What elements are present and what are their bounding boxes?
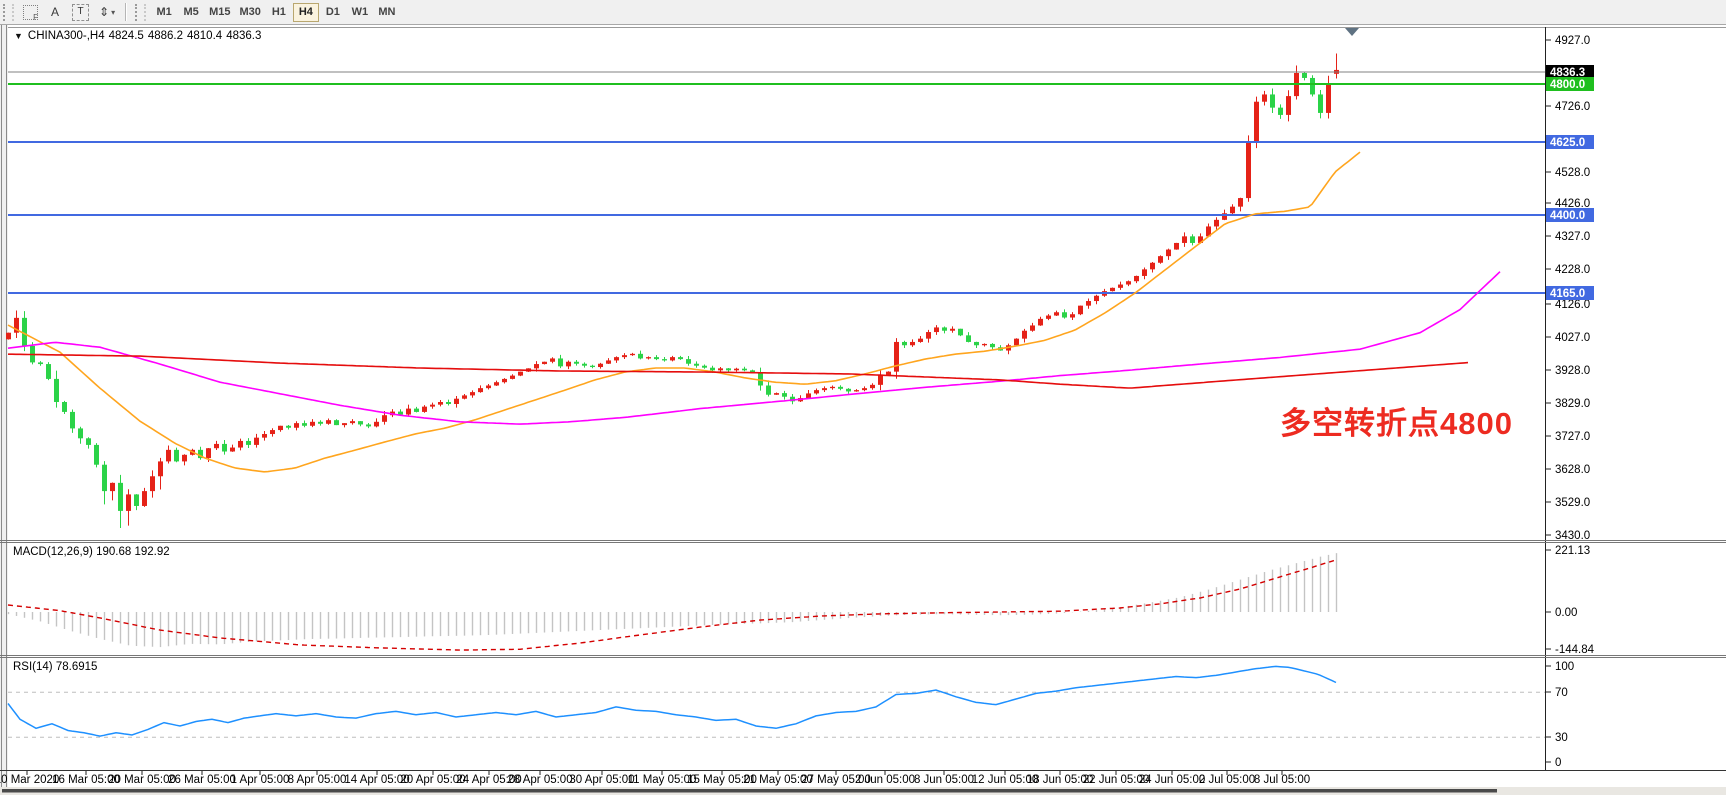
price-tick: 4726.0 bbox=[1555, 101, 1590, 113]
price-tick: 4327.0 bbox=[1555, 231, 1590, 243]
time-tick: 20 Mar 05:00 bbox=[108, 774, 176, 786]
price-badge-label: 4165.0 bbox=[1550, 288, 1585, 300]
time-tick: 8 Jun 05:00 bbox=[914, 774, 974, 786]
macd-tick: 221.13 bbox=[1555, 545, 1590, 557]
macd-label: MACD(12,26,9) 190.68 192.92 bbox=[13, 546, 170, 558]
horizontal-scrollbar[interactable] bbox=[0, 787, 1726, 795]
rsi-tick: 70 bbox=[1555, 687, 1568, 699]
time-tick: 28 Apr 05:00 bbox=[507, 774, 572, 786]
price-badge-label: 4800.0 bbox=[1550, 79, 1585, 91]
high-value: 4886.2 bbox=[148, 30, 183, 42]
time-tick: 10 Mar 2020 bbox=[0, 774, 59, 786]
time-tick: 8 Apr 05:00 bbox=[288, 774, 347, 786]
symbol-timeframe: CHINA300-,H4 bbox=[28, 30, 105, 42]
rsi-tick: 0 bbox=[1555, 757, 1561, 769]
time-tick: 24 Jun 05:00 bbox=[1139, 774, 1206, 786]
mt4-window: FAT⇕▾ M1M5M15M30H1H4D1W1MN 4927.04726.04… bbox=[0, 0, 1726, 795]
symbol-dropdown-icon[interactable]: ▼ bbox=[14, 31, 23, 41]
price-tick: 3727.0 bbox=[1555, 431, 1590, 443]
scrollbar-thumb[interactable] bbox=[2, 789, 1497, 793]
macd-tick: -144.84 bbox=[1555, 644, 1595, 656]
rsi-tick: 30 bbox=[1555, 732, 1568, 744]
rsi-name: RSI(14) bbox=[13, 661, 53, 673]
time-tick: 26 Mar 05:00 bbox=[168, 774, 236, 786]
price-tick: 3529.0 bbox=[1555, 497, 1590, 509]
low-value: 4810.4 bbox=[187, 30, 222, 42]
time-tick: 11 May 05:00 bbox=[628, 774, 697, 786]
price-tick: 3430.0 bbox=[1555, 530, 1590, 542]
price-tick: 4027.0 bbox=[1555, 332, 1590, 344]
time-tick: 2 Jul 05:00 bbox=[1199, 774, 1255, 786]
macd-name: MACD(12,26,9) bbox=[13, 546, 93, 558]
price-tick: 4126.0 bbox=[1555, 299, 1590, 311]
price-tick: 4228.0 bbox=[1555, 264, 1590, 276]
macd-values: 190.68 192.92 bbox=[96, 546, 170, 558]
time-tick: 8 Jul 05:00 bbox=[1254, 774, 1310, 786]
price-tick: 4528.0 bbox=[1555, 167, 1590, 179]
close-value: 4836.3 bbox=[226, 30, 261, 42]
rsi-tick: 100 bbox=[1555, 661, 1574, 673]
price-tick: 3928.0 bbox=[1555, 365, 1590, 377]
time-axis[interactable]: 10 Mar 202016 Mar 05:0020 Mar 05:0026 Ma… bbox=[0, 771, 1310, 786]
open-value: 4824.5 bbox=[109, 30, 144, 42]
price-badge-label: 4625.0 bbox=[1550, 137, 1585, 149]
rsi-label: RSI(14) 78.6915 bbox=[13, 661, 97, 673]
trend-annotation-text: 多空转折点4800 bbox=[1280, 398, 1513, 443]
price-tick: 4927.0 bbox=[1555, 35, 1590, 47]
time-tick: 1 Apr 05:00 bbox=[231, 774, 290, 786]
rsi-value: 78.6915 bbox=[56, 661, 98, 673]
price-badge-label: 4400.0 bbox=[1550, 210, 1585, 222]
price-tick: 3829.0 bbox=[1555, 398, 1590, 410]
time-tick: 30 Apr 05:00 bbox=[569, 774, 634, 786]
symbol-ohlc-line: ▼ CHINA300-,H4 4824.5 4886.2 4810.4 4836.3 bbox=[14, 30, 265, 42]
time-tick: 2 Jun 05:00 bbox=[855, 774, 915, 786]
macd-tick: 0.00 bbox=[1555, 607, 1577, 619]
price-tick: 3628.0 bbox=[1555, 464, 1590, 476]
